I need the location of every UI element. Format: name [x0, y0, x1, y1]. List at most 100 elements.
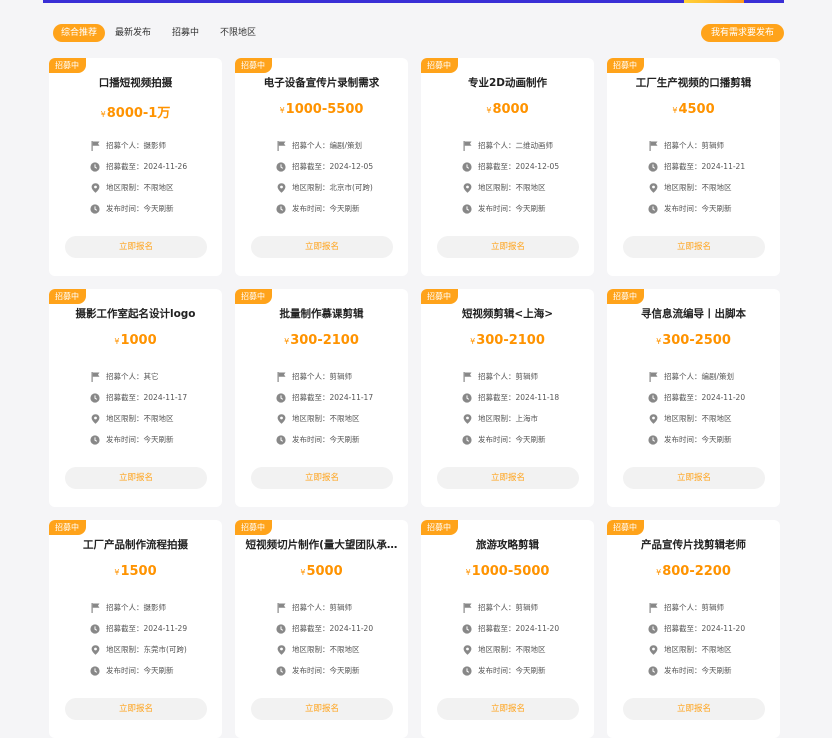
deadline-row: 招募截至： 2024-11-17 [276, 387, 402, 408]
clock-icon [276, 434, 286, 445]
job-title[interactable]: 摄影工作室起名设计logo [57, 306, 214, 321]
region-label: 地区限制： [664, 183, 702, 192]
flag-icon [462, 140, 472, 151]
location-pin-icon [276, 644, 286, 655]
job-title[interactable]: 工厂产品制作流程拍摄 [57, 537, 214, 552]
region-row: 地区限制： 不限地区 [276, 408, 402, 429]
job-title[interactable]: 批量制作慕课剪辑 [243, 306, 400, 321]
job-card[interactable]: 招募中 工厂生产视频的口播剪辑 ¥4500 招募个人： 剪辑师 招募截至： 2024… [607, 58, 780, 276]
job-title[interactable]: 短视频剪辑<上海> [429, 306, 586, 321]
job-price: ¥5000 [235, 564, 408, 579]
recruit-label: 招募个人： [106, 603, 144, 612]
published-value: 今天刷新 [329, 435, 360, 444]
apply-button[interactable]: 立即报名 [251, 236, 393, 258]
status-badge: 招募中 [607, 58, 644, 73]
apply-button[interactable]: 立即报名 [437, 698, 579, 720]
deadline-label: 招募截至： [106, 393, 144, 402]
apply-button[interactable]: 立即报名 [65, 698, 207, 720]
apply-button[interactable]: 立即报名 [65, 236, 207, 258]
currency-symbol: ¥ [465, 568, 471, 577]
status-badge: 招募中 [49, 289, 86, 304]
job-title[interactable]: 旅游攻略剪辑 [429, 537, 586, 552]
deadline-row: 招募截至： 2024-12-05 [462, 156, 588, 177]
flag-icon [276, 602, 286, 613]
job-card[interactable]: 招募中 工厂产品制作流程拍摄 ¥1500 招募个人： 摄影师 招募截至： 2024-… [49, 520, 222, 738]
clock-icon [462, 665, 472, 676]
job-card[interactable]: 招募中 旅游攻略剪辑 ¥1000-5000 招募个人： 剪辑师 招募截至： 2024… [421, 520, 594, 738]
recruit-value: 摄影师 [143, 603, 167, 612]
flag-icon [462, 602, 472, 613]
job-card[interactable]: 招募中 短视频切片制作(量大望团队承… ¥5000 招募个人： 剪辑师 招募截至：… [235, 520, 408, 738]
location-pin-icon [462, 413, 472, 424]
deadline-value: 2024-12-05 [515, 162, 560, 171]
apply-button[interactable]: 立即报名 [623, 236, 765, 258]
location-pin-icon [462, 644, 472, 655]
published-value: 今天刷新 [515, 204, 546, 213]
deadline-label: 招募截至： [292, 624, 330, 633]
recruit-value: 剪辑师 [329, 372, 353, 381]
job-title[interactable]: 专业2D动画制作 [429, 75, 586, 90]
region-value: 不限地区 [515, 183, 546, 192]
publish-demand-button[interactable]: 我有需求要发布 [700, 24, 784, 42]
tab-comprehensive[interactable]: 综合推荐 [53, 24, 106, 42]
published-row: 发布时间： 今天刷新 [648, 429, 774, 450]
apply-button[interactable]: 立即报名 [251, 698, 393, 720]
job-card[interactable]: 招募中 批量制作慕课剪辑 ¥300-2100 招募个人： 剪辑师 招募截至： 202… [235, 289, 408, 507]
currency-symbol: ¥ [656, 568, 662, 577]
published-label: 发布时间： [106, 435, 144, 444]
job-title[interactable]: 短视频切片制作(量大望团队承… [243, 537, 400, 552]
job-title[interactable]: 产品宣传片找剪辑老师 [615, 537, 772, 552]
apply-button[interactable]: 立即报名 [251, 467, 393, 489]
location-pin-icon [462, 182, 472, 193]
location-pin-icon [90, 644, 100, 655]
job-card[interactable]: 招募中 寻信息流编导丨出脚本 ¥300-2500 招募个人： 编剧/策划 招募截至… [607, 289, 780, 507]
job-title[interactable]: 工厂生产视频的口播剪辑 [615, 75, 772, 90]
published-label: 发布时间： [292, 666, 330, 675]
apply-button[interactable]: 立即报名 [437, 467, 579, 489]
clock-icon [90, 623, 100, 634]
job-title[interactable]: 口播短视频拍摄 [57, 75, 214, 90]
job-card[interactable]: 招募中 电子设备宣传片录制需求 ¥1000-5500 招募个人： 编剧/策划 招募… [235, 58, 408, 276]
job-price: ¥4500 [607, 102, 780, 117]
status-badge: 招募中 [607, 520, 644, 535]
job-card[interactable]: 招募中 专业2D动画制作 ¥8000 招募个人： 二维动画师 招募截至： 2024-… [421, 58, 594, 276]
clock-icon [90, 434, 100, 445]
job-card[interactable]: 招募中 摄影工作室起名设计logo ¥1000 招募个人： 其它 招募截至： 202… [49, 289, 222, 507]
price-value: 300-2100 [476, 333, 545, 348]
recruit-value: 编剧/策划 [329, 141, 363, 150]
tab-any-region[interactable]: 不限地区 [220, 24, 256, 42]
job-title[interactable]: 寻信息流编导丨出脚本 [615, 306, 772, 321]
deadline-row: 招募截至： 2024-11-17 [90, 387, 216, 408]
region-value: 北京市(可跨) [329, 183, 373, 192]
tab-latest[interactable]: 最新发布 [115, 24, 151, 42]
recruit-label: 招募个人： [292, 603, 330, 612]
region-value: 不限地区 [515, 645, 546, 654]
deadline-row: 招募截至： 2024-11-18 [462, 387, 588, 408]
job-card-grid: 招募中 口播短视频拍摄 ¥8000-1万 招募个人： 摄影师 招募截至： 2024-… [49, 58, 780, 738]
deadline-label: 招募截至： [478, 393, 516, 402]
apply-button[interactable]: 立即报名 [623, 467, 765, 489]
apply-button[interactable]: 立即报名 [437, 236, 579, 258]
filter-bar: 综合推荐 最新发布 招募中 不限地区 我有需求要发布 [53, 24, 784, 42]
apply-button[interactable]: 立即报名 [65, 467, 207, 489]
published-label: 发布时间： [478, 204, 516, 213]
job-title[interactable]: 电子设备宣传片录制需求 [243, 75, 400, 90]
published-row: 发布时间： 今天刷新 [90, 660, 216, 681]
tab-recruiting[interactable]: 招募中 [172, 24, 199, 42]
deadline-label: 招募截至： [106, 162, 144, 171]
job-info-list: 招募个人： 剪辑师 招募截至： 2024-11-17 地区限制： 不限地区 发布时间：… [276, 366, 402, 450]
apply-button[interactable]: 立即报名 [623, 698, 765, 720]
region-label: 地区限制： [478, 414, 516, 423]
deadline-value: 2024-11-21 [701, 162, 746, 171]
deadline-row: 招募截至： 2024-11-20 [276, 618, 402, 639]
region-value: 不限地区 [143, 414, 174, 423]
job-price: ¥300-2500 [607, 333, 780, 348]
recruit-label: 招募个人： [664, 603, 702, 612]
deadline-row: 招募截至： 2024-11-21 [648, 156, 774, 177]
job-card[interactable]: 招募中 产品宣传片找剪辑老师 ¥800-2200 招募个人： 剪辑师 招募截至： 2… [607, 520, 780, 738]
clock-icon [648, 392, 658, 403]
job-card[interactable]: 招募中 口播短视频拍摄 ¥8000-1万 招募个人： 摄影师 招募截至： 2024-… [49, 58, 222, 276]
job-info-list: 招募个人： 编剧/策划 招募截至： 2024-11-20 地区限制： 不限地区 发布时… [648, 366, 774, 450]
job-card[interactable]: 招募中 短视频剪辑<上海> ¥300-2100 招募个人： 剪辑师 招募截至： 20… [421, 289, 594, 507]
recruit-row: 招募个人： 剪辑师 [276, 366, 402, 387]
